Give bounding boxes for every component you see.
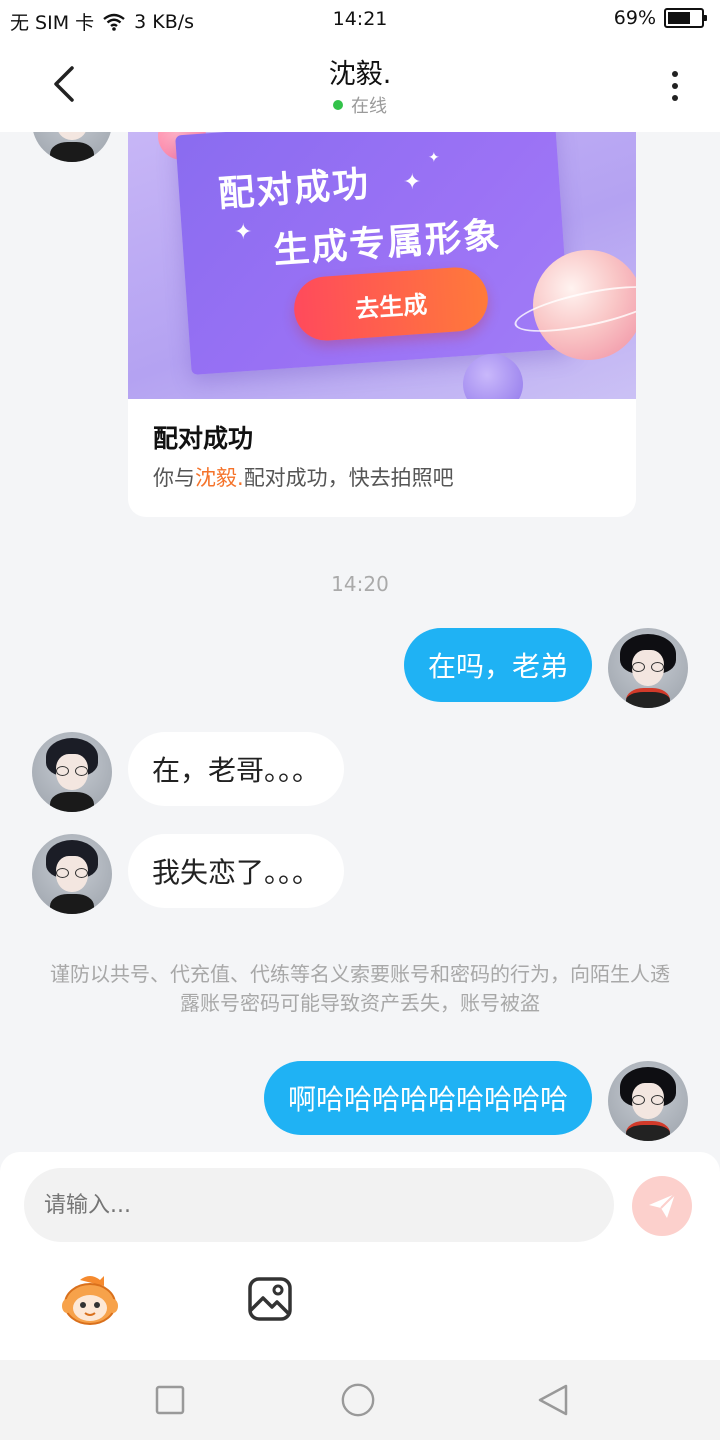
- partner-name-link[interactable]: 沈毅.: [195, 466, 244, 490]
- sparkle-icon: ✦: [403, 170, 422, 195]
- nav-back-button[interactable]: [535, 1382, 571, 1418]
- contact-name: 沈毅.: [328, 59, 392, 90]
- nav-recent-button[interactable]: [152, 1382, 188, 1418]
- composer: [0, 1152, 720, 1360]
- nav-home-icon: [341, 1383, 375, 1417]
- chat-messages[interactable]: 配对成功 生成专属形象 ✦ ✦ ✦ 去生成 配对成功 你与沈毅.配对成功，快去拍…: [0, 132, 720, 1152]
- match-banner[interactable]: 配对成功 生成专属形象 ✦ ✦ ✦ 去生成: [128, 132, 636, 399]
- outgoing-message[interactable]: 啊哈哈哈哈哈哈哈哈哈: [263, 1061, 592, 1135]
- my-avatar[interactable]: [608, 1061, 688, 1141]
- presence-status: 在线: [0, 92, 720, 118]
- status-bar: 无 SIM 卡 3 KB/s 14:21 69%: [0, 0, 720, 40]
- clock: 14:21: [332, 8, 388, 30]
- battery-fill: [668, 12, 691, 24]
- chat-header: 沈毅. 在线: [0, 40, 720, 132]
- nav-recent-icon: [155, 1385, 185, 1415]
- emoji-icon: [62, 1276, 118, 1325]
- system-nav-bar: [0, 1360, 720, 1440]
- message-timestamp: 14:20: [331, 572, 389, 596]
- send-button[interactable]: [632, 1176, 692, 1236]
- presence-label: 在线: [351, 96, 387, 117]
- nav-home-button[interactable]: [340, 1382, 376, 1418]
- card-title: 配对成功: [153, 424, 254, 453]
- image-icon: [248, 1277, 292, 1321]
- message-input[interactable]: [24, 1168, 614, 1242]
- incoming-message[interactable]: 我失恋了。。。: [128, 834, 345, 908]
- security-notice: 谨防以共号、代充值、代练等名义索要账号和密码的行为，向陌生人透露账号密码可能导致…: [50, 962, 670, 1015]
- send-icon: [649, 1193, 676, 1218]
- partner-avatar[interactable]: [32, 132, 112, 162]
- battery-icon: [664, 8, 707, 28]
- match-success-card[interactable]: 配对成功 生成专属形象 ✦ ✦ ✦ 去生成 配对成功 你与沈毅.配对成功，快去拍…: [128, 132, 636, 517]
- more-vertical-icon: [672, 71, 678, 77]
- online-dot-icon: [333, 100, 343, 110]
- incoming-message[interactable]: 在，老哥。。。: [128, 732, 345, 806]
- card-description: 你与沈毅.配对成功，快去拍照吧: [153, 466, 454, 490]
- emoji-button[interactable]: [60, 1270, 120, 1330]
- nav-back-icon: [538, 1384, 568, 1416]
- ball-decoration: [463, 354, 523, 399]
- my-avatar[interactable]: [608, 628, 688, 708]
- image-button[interactable]: [246, 1275, 294, 1323]
- partner-avatar[interactable]: [32, 834, 112, 914]
- more-options-button[interactable]: [660, 64, 690, 108]
- sparkle-icon: ✦: [428, 150, 440, 166]
- outgoing-message[interactable]: 在吗，老弟: [403, 628, 592, 702]
- status-right: 69%: [613, 7, 707, 29]
- sparkle-icon: ✦: [234, 220, 253, 245]
- generate-button[interactable]: 去生成: [292, 265, 490, 343]
- partner-avatar[interactable]: [32, 732, 112, 812]
- battery-percent: 69%: [613, 7, 656, 29]
- banner-line1: 配对成功: [216, 163, 372, 216]
